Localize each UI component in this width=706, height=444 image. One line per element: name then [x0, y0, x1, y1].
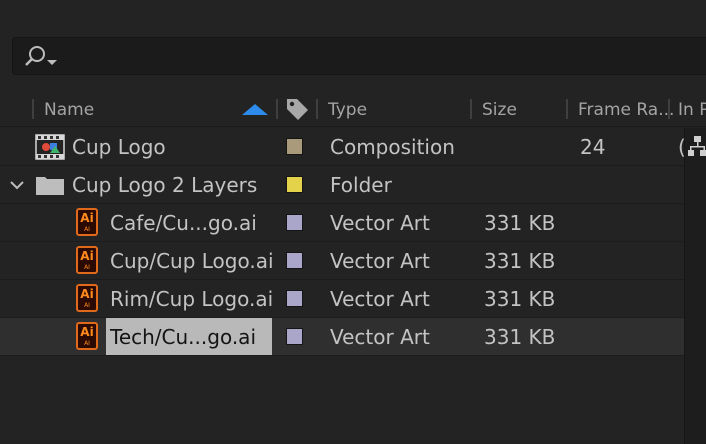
icon-text: Ai — [80, 325, 94, 339]
label-color-swatch[interactable] — [286, 328, 303, 345]
in-point-column-header[interactable]: In P — [678, 100, 706, 120]
illustrator-file-icon: Ai AI — [76, 322, 98, 350]
item-name: Tech/Cu...go.ai — [110, 325, 256, 349]
icon-text: Ai — [80, 287, 94, 301]
label-color-swatch[interactable] — [286, 138, 303, 155]
label-color-swatch[interactable] — [286, 252, 303, 269]
column-divider[interactable] — [316, 99, 318, 119]
item-frame-rate: 24 — [580, 135, 606, 159]
size-column-header[interactable]: Size — [482, 100, 517, 120]
item-name: Cup/Cup Logo.ai — [110, 249, 274, 273]
label-color-swatch[interactable] — [286, 176, 303, 193]
icon-subtext: AI — [84, 340, 90, 347]
chevron-down-icon[interactable] — [8, 179, 26, 191]
list-item[interactable]: Ai AI Rim/Cup Logo.ai Vector Art 331 KB — [0, 280, 684, 318]
project-items-list: Cup Logo Composition 24 ( Cup Logo 2 Lay… — [0, 128, 686, 356]
column-divider[interactable] — [32, 99, 34, 119]
flowchart-icon[interactable] — [688, 135, 706, 157]
illustrator-file-icon: Ai AI — [76, 284, 98, 312]
frame-rate-column-header[interactable]: Frame Ra... — [578, 100, 674, 120]
column-divider[interactable] — [276, 99, 278, 119]
column-header: Name Type Size Frame Ra... In P — [0, 92, 706, 127]
list-item[interactable]: Ai AI Cup/Cup Logo.ai Vector Art 331 KB — [0, 242, 684, 280]
name-column-header[interactable]: Name — [44, 100, 94, 120]
item-size: 331 KB — [484, 287, 556, 311]
item-size: 331 KB — [484, 249, 556, 273]
list-item[interactable]: Cup Logo 2 Layers Folder — [0, 166, 684, 204]
item-size: 331 KB — [484, 325, 556, 349]
label-color-swatch[interactable] — [286, 214, 303, 231]
search-input[interactable] — [12, 37, 706, 75]
item-name: Rim/Cup Logo.ai — [110, 287, 274, 311]
item-type: Folder — [330, 173, 392, 197]
item-type: Vector Art — [330, 211, 430, 235]
icon-text: Ai — [80, 249, 94, 263]
flowchart-panel — [684, 128, 706, 444]
icon-subtext: AI — [84, 302, 90, 309]
item-type: Composition — [330, 135, 455, 159]
item-type: Vector Art — [330, 249, 430, 273]
folder-icon — [36, 177, 64, 195]
type-column-header[interactable]: Type — [328, 100, 367, 120]
item-type: Vector Art — [330, 325, 430, 349]
icon-subtext: AI — [84, 264, 90, 271]
search-icon[interactable] — [25, 45, 61, 69]
label-tag-icon[interactable] — [284, 96, 310, 122]
label-color-swatch[interactable] — [286, 290, 303, 307]
icon-subtext: AI — [84, 226, 90, 233]
list-item[interactable]: Ai AI Cafe/Cu...go.ai Vector Art 331 KB — [0, 204, 684, 242]
icon-text: Ai — [80, 211, 94, 225]
illustrator-file-icon: Ai AI — [76, 246, 98, 274]
list-item-selected[interactable]: Ai AI Tech/Cu...go.ai Vector Art 331 KB — [0, 318, 684, 356]
sort-ascending-icon[interactable] — [242, 103, 268, 115]
column-divider[interactable] — [566, 99, 568, 119]
composition-icon — [35, 134, 65, 160]
item-name: Cup Logo — [72, 135, 166, 159]
column-divider[interactable] — [668, 99, 670, 119]
item-name: Cup Logo 2 Layers — [72, 173, 258, 197]
item-name: Cafe/Cu...go.ai — [110, 211, 257, 235]
column-divider[interactable] — [470, 99, 472, 119]
list-item[interactable]: Cup Logo Composition 24 ( — [0, 128, 686, 166]
item-type: Vector Art — [330, 287, 430, 311]
item-size: 331 KB — [484, 211, 556, 235]
illustrator-file-icon: Ai AI — [76, 208, 98, 236]
